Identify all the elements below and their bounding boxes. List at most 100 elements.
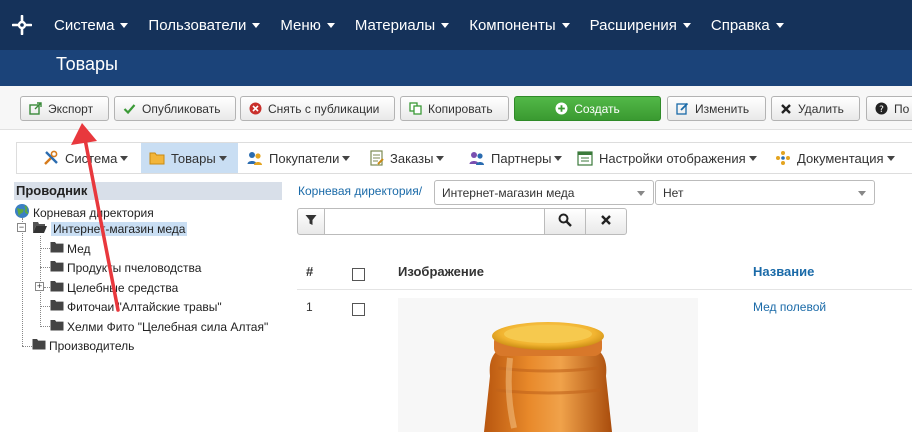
svg-text:?: ? (879, 105, 884, 115)
page-header: Товары (0, 50, 912, 86)
secondary-select[interactable]: Нет (655, 180, 875, 205)
tree-collapse-toggle[interactable]: − (17, 223, 26, 232)
chevron-down-icon (886, 155, 895, 161)
component-menu-bar: Система Товары Покупатели Заказы Партнер… (16, 142, 912, 174)
tree-node-honey-shop[interactable]: Интернет-магазин меда (32, 221, 188, 237)
row-checkbox[interactable] (352, 303, 365, 316)
page-title: Товары (56, 54, 118, 74)
chevron-down-icon (436, 155, 445, 161)
publish-button[interactable]: Опубликовать (114, 96, 236, 121)
tree-node-healing-remedies[interactable]: Целебные средства (50, 280, 178, 295)
clear-search-button[interactable] (585, 208, 627, 235)
display-settings-icon (577, 150, 593, 166)
menu-customers[interactable]: Покупатели (247, 143, 351, 173)
tree-node-bee-products[interactable]: Продукты пчеловодства (50, 260, 201, 275)
chevron-down-icon (554, 155, 563, 161)
unpublish-button[interactable]: Снять с публикации (240, 96, 395, 121)
nav-menu[interactable]: Меню (270, 0, 345, 50)
nav-components[interactable]: Компоненты (459, 0, 579, 50)
explorer-header: Проводник (14, 182, 282, 200)
nav-users[interactable]: Пользователи (138, 0, 270, 50)
tree-guide-line (22, 346, 32, 347)
help-icon: ? (875, 102, 888, 115)
close-icon (600, 214, 612, 229)
search-button[interactable] (544, 208, 586, 235)
joomla-logo-icon[interactable] (0, 0, 44, 50)
chevron-down-icon (441, 22, 450, 28)
chevron-down-icon (748, 155, 757, 161)
folder-icon (50, 260, 64, 275)
export-icon (29, 102, 42, 115)
tree-node-root[interactable]: Корневая директория (14, 203, 154, 222)
folder-icon (32, 338, 46, 353)
tree-node-honey[interactable]: Мед (50, 241, 91, 256)
search-input[interactable] (325, 208, 545, 235)
create-button[interactable]: Создать (514, 96, 661, 121)
folder-icon (50, 280, 64, 295)
menu-products[interactable]: Товары (141, 143, 238, 173)
orders-icon (369, 150, 384, 166)
export-button[interactable]: Экспорт (20, 96, 109, 121)
folder-icon (149, 151, 165, 165)
category-select[interactable]: Интернет-магазин меда (434, 180, 654, 205)
users-icon (247, 150, 263, 166)
folder-icon (50, 319, 64, 334)
cancel-circle-icon (249, 102, 262, 115)
filter-icon (305, 214, 317, 229)
close-icon (780, 103, 792, 115)
documentation-icon (775, 150, 791, 166)
check-icon (123, 102, 136, 115)
folder-open-icon (32, 221, 48, 237)
tree-node-manufacturer[interactable]: Производитель (32, 338, 134, 353)
search-icon (558, 213, 572, 230)
chevron-down-icon (326, 22, 335, 28)
chevron-down-icon (682, 22, 691, 28)
column-name-header[interactable]: Название (753, 264, 814, 279)
chevron-down-icon (858, 191, 866, 196)
tree-guide-line (22, 218, 23, 346)
tree-guide-line (40, 248, 50, 249)
filter-toggle-button[interactable] (297, 208, 325, 235)
edit-icon (676, 102, 689, 115)
menu-system[interactable]: Система (43, 143, 129, 173)
menu-partners[interactable]: Партнеры (469, 143, 563, 173)
menu-display-settings[interactable]: Настройки отображения (577, 143, 757, 173)
chevron-down-icon (218, 155, 227, 161)
breadcrumb[interactable]: Корневая директория/ (298, 184, 422, 198)
tree-expand-toggle[interactable]: + (35, 282, 44, 291)
help-button[interactable]: ? По (866, 96, 912, 121)
chevron-down-icon (342, 155, 351, 161)
tree-guide-line (40, 267, 50, 268)
copy-icon (409, 102, 422, 115)
menu-orders[interactable]: Заказы (369, 143, 445, 173)
product-name-link[interactable]: Мед полевой (753, 300, 826, 314)
plus-circle-icon (555, 102, 568, 115)
edit-button[interactable]: Изменить (667, 96, 766, 121)
nav-help[interactable]: Справка (701, 0, 794, 50)
partners-icon (469, 150, 485, 166)
chevron-down-icon (120, 22, 129, 28)
tree-node-helmi-fito[interactable]: Хелми Фито "Целебная сила Алтая" (50, 319, 268, 334)
nav-system[interactable]: Система (44, 0, 138, 50)
column-number-header: # (306, 264, 314, 279)
chevron-down-icon (252, 22, 261, 28)
nav-content[interactable]: Материалы (345, 0, 459, 50)
delete-button[interactable]: Удалить (771, 96, 860, 121)
chevron-down-icon (120, 155, 129, 161)
tree-node-altai-herbs[interactable]: Фиточаи "Алтайские травы" (50, 299, 222, 314)
tree-guide-line (40, 306, 50, 307)
top-navbar: Система Пользователи Меню Материалы Комп… (0, 0, 912, 50)
select-all-checkbox[interactable] (352, 268, 365, 281)
folder-icon (50, 241, 64, 256)
folder-icon (50, 299, 64, 314)
copy-button[interactable]: Копировать (400, 96, 509, 121)
product-image[interactable] (398, 298, 698, 432)
action-toolbar: Экспорт Опубликовать Снять с публикации … (0, 86, 912, 130)
chevron-down-icon (561, 22, 570, 28)
column-image-header: Изображение (398, 264, 484, 279)
menu-documentation[interactable]: Документация (775, 143, 895, 173)
nav-extensions[interactable]: Расширения (580, 0, 701, 50)
chevron-down-icon (775, 22, 784, 28)
tree-guide-line (40, 326, 50, 327)
tools-icon (43, 150, 59, 166)
